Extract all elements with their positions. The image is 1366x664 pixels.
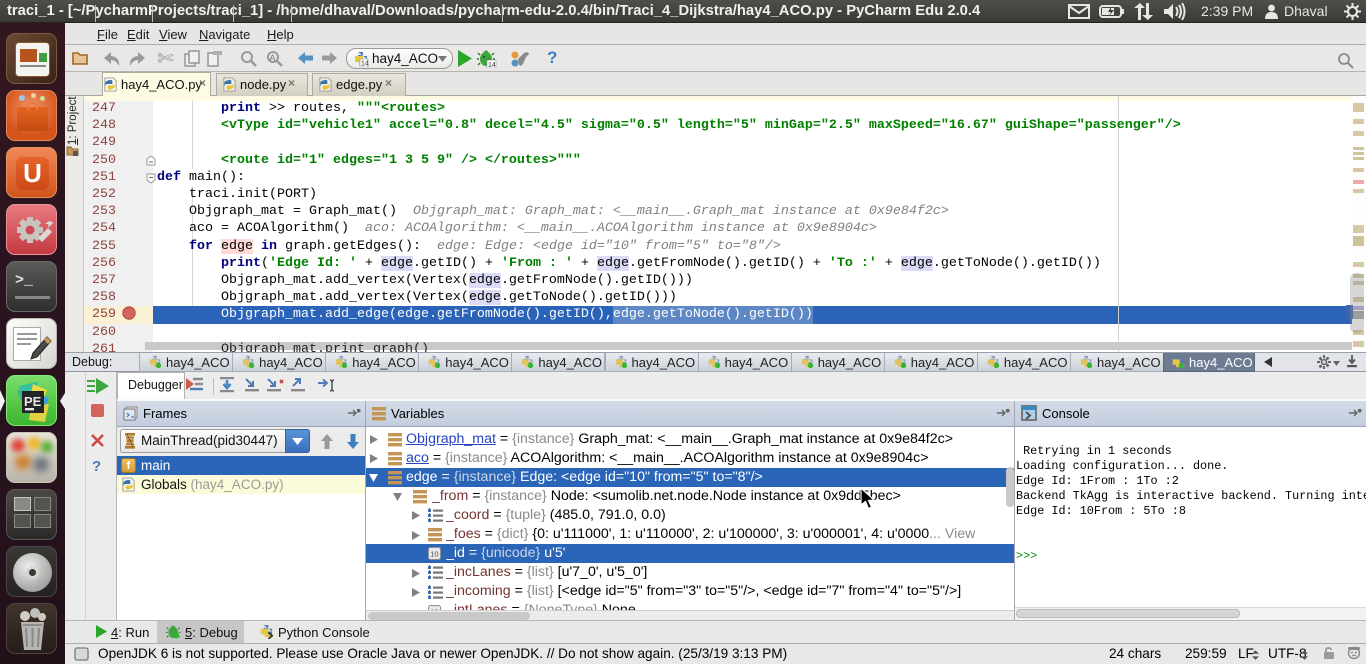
svg-text:14: 14 — [488, 62, 496, 68]
svg-text:PE: PE — [24, 394, 42, 409]
svg-text:A: A — [270, 53, 276, 63]
svg-text:10: 10 — [430, 550, 438, 559]
svg-text:14: 14 — [361, 61, 369, 68]
